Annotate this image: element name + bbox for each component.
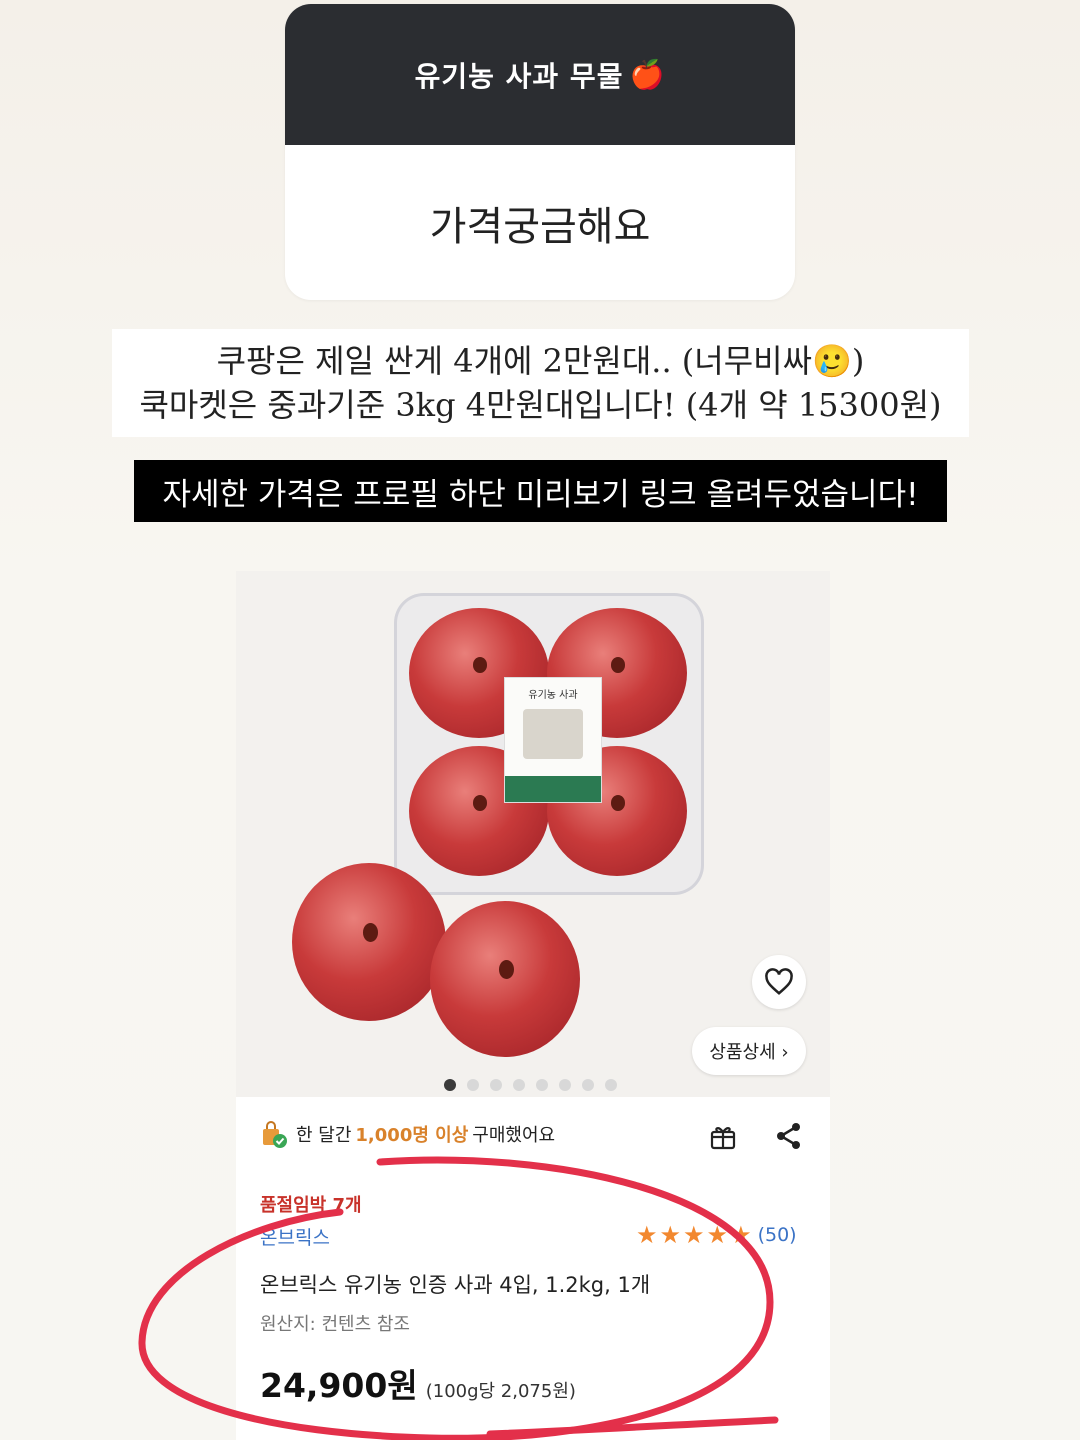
star-icon: ★ [706, 1221, 729, 1249]
question-card: 유기농 사과 무물 🍎 가격궁금해요 [285, 4, 795, 300]
answer-line-1: 쿠팡은 제일 싼게 4개에 2만원대.. (너무비싸🥲) [216, 342, 865, 380]
rating[interactable]: ★ ★ ★ ★ ★ (50) [636, 1223, 797, 1247]
carousel-dot[interactable] [444, 1079, 456, 1091]
carousel-dots[interactable] [444, 1079, 617, 1091]
bought-highlight: 1,000명 이상 [355, 1125, 469, 1146]
soldout-notice: 품절임박 7개 [260, 1195, 362, 1216]
product-detail-button[interactable]: 상품상세 › [692, 1027, 806, 1075]
bought-prefix: 한 달간 [296, 1125, 352, 1146]
price-value: 24,900원 [260, 1366, 418, 1405]
star-icon: ★ [683, 1221, 705, 1249]
answer-text-box: 쿠팡은 제일 싼게 4개에 2만원대.. (너무비싸🥲) 쿡마켓은 중과기준 3… [112, 329, 969, 437]
carousel-dot[interactable] [536, 1079, 548, 1091]
question-title: 유기농 사과 무물 [414, 59, 624, 93]
wishlist-button[interactable] [752, 955, 806, 1009]
star-icon: ★ [730, 1221, 752, 1249]
purchase-count-notice: 한 달간 1,000명 이상 구매했어요 [260, 1121, 556, 1148]
answer-line-2: 쿡마켓은 중과기준 3kg 4만원대입니다! (4개 약 15300원) [139, 386, 942, 424]
carousel-dot[interactable] [582, 1079, 594, 1091]
star-icon: ★ [636, 1221, 658, 1249]
carousel-dot[interactable] [490, 1079, 502, 1091]
gift-icon[interactable] [708, 1121, 738, 1151]
heart-icon [765, 968, 793, 995]
loose-apple-left [292, 863, 446, 1021]
product-origin: 원산지: 컨텐츠 참조 [260, 1314, 410, 1335]
label-green-band [505, 776, 601, 802]
brand-link[interactable]: 온브릭스 [260, 1223, 330, 1250]
link-notice-banner: 자세한 가격은 프로필 하단 미리보기 링크 올려두었습니다! [134, 460, 947, 522]
share-icon[interactable] [774, 1121, 804, 1151]
apple-emoji-icon: 🍎 [629, 58, 666, 91]
carousel-dot[interactable] [513, 1079, 525, 1091]
product-info-panel: 한 달간 1,000명 이상 구매했어요 품절임박 7개 온브릭스 ★ ★ ★ … [236, 1097, 830, 1440]
product-price: 24,900원 (100g당 2,075원) [260, 1359, 576, 1407]
loose-apple-right [430, 901, 580, 1057]
shopping-bag-check-icon [260, 1121, 287, 1148]
bought-suffix: 구매했어요 [472, 1125, 556, 1146]
question-header: 유기농 사과 무물 🍎 [285, 4, 795, 145]
package-label-title: 유기농 사과 [528, 690, 578, 701]
question-response: 가격궁금해요 [429, 203, 651, 250]
carousel-dot[interactable] [559, 1079, 571, 1091]
unit-price: (100g당 2,075원) [425, 1381, 576, 1402]
product-image-carousel[interactable]: 유기농 사과 상품상세 › [236, 571, 830, 1097]
carousel-dot[interactable] [467, 1079, 479, 1091]
review-count[interactable]: (50) [758, 1224, 797, 1246]
carousel-dot[interactable] [605, 1079, 617, 1091]
farmer-illustration [523, 709, 583, 759]
star-icon: ★ [659, 1221, 682, 1249]
product-name: 온브릭스 유기농 인증 사과 4입, 1.2kg, 1개 [260, 1273, 651, 1297]
package-label: 유기농 사과 [504, 677, 602, 803]
